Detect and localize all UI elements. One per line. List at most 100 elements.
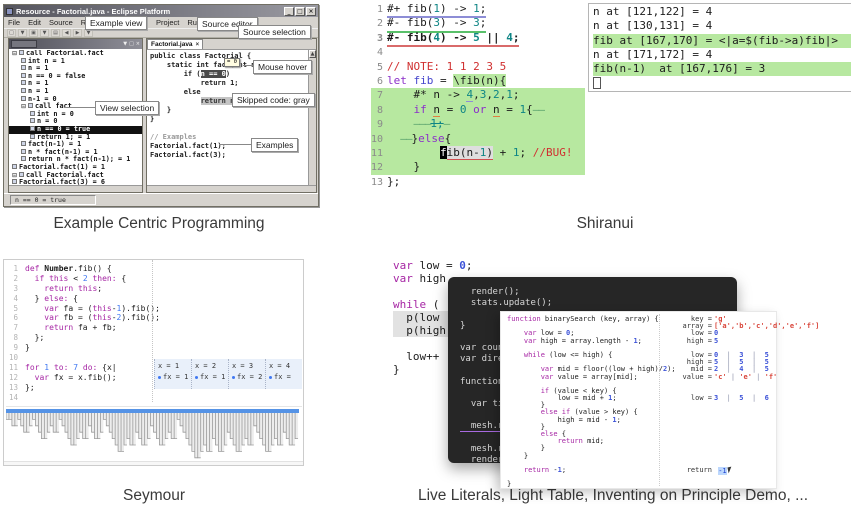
code-line[interactable]: 10 xyxy=(4,353,160,363)
callout-skipped-code: Skipped code: gray xyxy=(232,93,315,107)
toolbar-icon[interactable]: ▤ xyxy=(51,29,60,37)
code-line[interactable]: 10 ——}else{ xyxy=(371,132,585,146)
code-line[interactable]: 1#+ fib(1) -> 1; xyxy=(371,2,585,16)
code-line[interactable]: Factorial.fact(3); xyxy=(150,151,308,160)
code-line[interactable]: 14 xyxy=(4,393,160,403)
line-number: 10 xyxy=(4,353,18,363)
code-line[interactable] xyxy=(150,124,308,133)
code-line[interactable]: fib at [167,170] = <|a=$(fib->a)fib|> xyxy=(593,34,851,48)
code-line[interactable] xyxy=(507,474,676,481)
toolbar-icon[interactable]: ▼ xyxy=(84,29,93,37)
code-line[interactable]: 9 ———1;— xyxy=(371,117,585,131)
shiranui-value-pane[interactable]: n at [121,122] = 4n at [130,131] = 4fib … xyxy=(588,3,851,92)
code-line[interactable]: 8 if n = 0 or n = 1{—— xyxy=(371,103,585,117)
execution-tree[interactable]: ⊟call Factorial.factint n = 1n = 1n == 0… xyxy=(9,50,142,185)
trace-visualization-area[interactable] xyxy=(6,406,302,463)
toolbar-icon[interactable]: □ xyxy=(7,29,16,37)
code-line[interactable]: 12 var fx = x.fib(); xyxy=(4,373,160,383)
view-toolbar-icons: ▼□× xyxy=(121,41,140,47)
shiranui-editor[interactable]: 1#+ fib(1) -> 1;2#- fib(3) -> 3;3#- fib(… xyxy=(371,2,585,192)
call-tree-visualization[interactable] xyxy=(6,413,299,463)
toolbar-icon[interactable]: ▣ xyxy=(29,29,38,37)
line-number: 13 xyxy=(371,176,383,190)
probe-column[interactable]: x = 1fx = 1 xyxy=(154,359,191,389)
code-line[interactable]: function binarySearch (key, array) { xyxy=(507,316,676,323)
probe-column[interactable]: x = 2fx = 1 xyxy=(191,359,228,389)
code-line[interactable]: n at [130,131] = 4 xyxy=(593,19,851,33)
toolbar-icon[interactable]: ▼ xyxy=(40,29,49,37)
horizontal-scrollbar[interactable] xyxy=(9,185,142,192)
code-line[interactable]: } xyxy=(507,481,676,488)
code-line[interactable]: 11 fib(n-1) + 1; //BUG! xyxy=(371,146,585,160)
code-line[interactable]: 13}; xyxy=(4,383,160,393)
line-number: 8 xyxy=(4,333,18,343)
code-line[interactable]: 3#- fib(4) -> 5 || 4; xyxy=(371,31,585,45)
view-toolbar-icon[interactable]: □ xyxy=(129,41,134,47)
code-line[interactable]: return -1; xyxy=(507,467,676,474)
view-header[interactable]: ▼□× xyxy=(9,39,142,49)
toolbar-icon[interactable]: ◀ xyxy=(62,29,71,37)
code-line[interactable]: } xyxy=(150,115,308,124)
window-button[interactable]: □ xyxy=(295,7,305,16)
view-toolbar-icon[interactable]: × xyxy=(136,41,140,47)
code-line[interactable]: var low = 0; xyxy=(393,259,633,272)
code-line[interactable]: } xyxy=(150,106,308,115)
code-line[interactable]: 5 var fa = (this-1).fib(); xyxy=(4,304,160,314)
code-line[interactable]: 3 return this; xyxy=(4,284,160,294)
expand-icon[interactable]: ⊟ xyxy=(21,103,28,111)
code-line[interactable]: 8 }; xyxy=(4,333,160,343)
code-line[interactable]: 13}; xyxy=(371,175,585,189)
code-line[interactable]: 4 xyxy=(371,45,585,59)
code-line[interactable]: var high = array.length - 1; xyxy=(507,338,676,345)
code-line[interactable]: } xyxy=(507,453,676,460)
code-line[interactable]: fib(n-1) at [167,176] = 3 xyxy=(593,62,851,76)
title-bar[interactable]: Resource - Factorial.java - Eclipse Plat… xyxy=(4,5,318,17)
scroll-up-icon[interactable]: ▲ xyxy=(309,50,316,58)
code-line[interactable]: return 1; xyxy=(150,79,308,88)
probe-column[interactable]: x = 3fx = 2 xyxy=(228,359,265,389)
menu-item[interactable]: Project xyxy=(156,18,179,27)
code-line[interactable]: 11for 1 to: 7 do: {x| xyxy=(4,363,160,373)
seymour-code-area[interactable]: 1def Number.fib() {2 if this < 2 then: {… xyxy=(4,264,160,402)
view-toolbar-icon[interactable]: ▼ xyxy=(123,41,127,47)
code-line[interactable]: 7 #* n -> 4,3,2,1; xyxy=(371,88,585,102)
binary-search-code[interactable]: function binarySearch (key, array) { var… xyxy=(507,316,676,489)
view-tab[interactable] xyxy=(11,40,37,48)
toolbar-icon[interactable]: ▶ xyxy=(73,29,82,37)
expand-icon[interactable]: ⊟ xyxy=(12,50,19,58)
code-line[interactable]: 1def Number.fib() { xyxy=(4,264,160,274)
window-button[interactable]: _ xyxy=(284,7,294,16)
code-line[interactable]: n at [121,122] = 4 xyxy=(593,5,851,19)
window-buttons: _□× xyxy=(283,7,316,16)
code-line[interactable]: n at [171,172] = 4 xyxy=(593,48,851,62)
code-line[interactable]: 6 var fb = (this-2).fib(); xyxy=(4,313,160,323)
code-line[interactable] xyxy=(593,76,851,90)
code-line[interactable]: 2 if this < 2 then: { xyxy=(4,274,160,284)
figure-canvas: Resource - Factorial.java - Eclipse Plat… xyxy=(0,0,851,516)
code-line[interactable]: 5// NOTE: 1 1 2 3 5 xyxy=(371,60,585,74)
horizontal-scrollbar[interactable] xyxy=(147,185,316,192)
code-line[interactable]: 6let fib = \fib(n){ xyxy=(371,74,585,88)
callout-connector xyxy=(243,65,253,66)
callout-connector xyxy=(219,144,251,145)
code-line[interactable]: 7 return fa + fb; xyxy=(4,323,160,333)
callout-connector xyxy=(64,107,95,108)
code-line[interactable]: 12 } xyxy=(371,160,585,174)
code-line[interactable]: 4 } else: { xyxy=(4,294,160,304)
toolbar-icon[interactable]: ▼ xyxy=(18,29,27,37)
window-button[interactable]: × xyxy=(306,7,316,16)
menu-item[interactable]: File xyxy=(8,18,20,27)
code-line[interactable]: 2#- fib(3) -> 3; xyxy=(371,16,585,30)
code-line[interactable]: stats.update(); xyxy=(460,298,737,309)
menu-item[interactable]: Source xyxy=(49,18,73,27)
code-line[interactable]: 9} xyxy=(4,343,160,353)
close-icon[interactable]: × xyxy=(196,42,200,48)
code-line[interactable]: while (low <= high) { xyxy=(507,352,676,359)
code-line[interactable]: render(); xyxy=(460,287,737,298)
expand-icon[interactable]: ⊟ xyxy=(12,172,19,180)
editor-tab[interactable]: Factorial.java × xyxy=(147,39,203,49)
probe-column[interactable]: x = 4fx = xyxy=(265,359,302,389)
menu-item[interactable]: Edit xyxy=(28,18,41,27)
code-line[interactable]: } xyxy=(507,445,676,452)
code-line[interactable]: var value = array[mid]; xyxy=(507,374,676,381)
